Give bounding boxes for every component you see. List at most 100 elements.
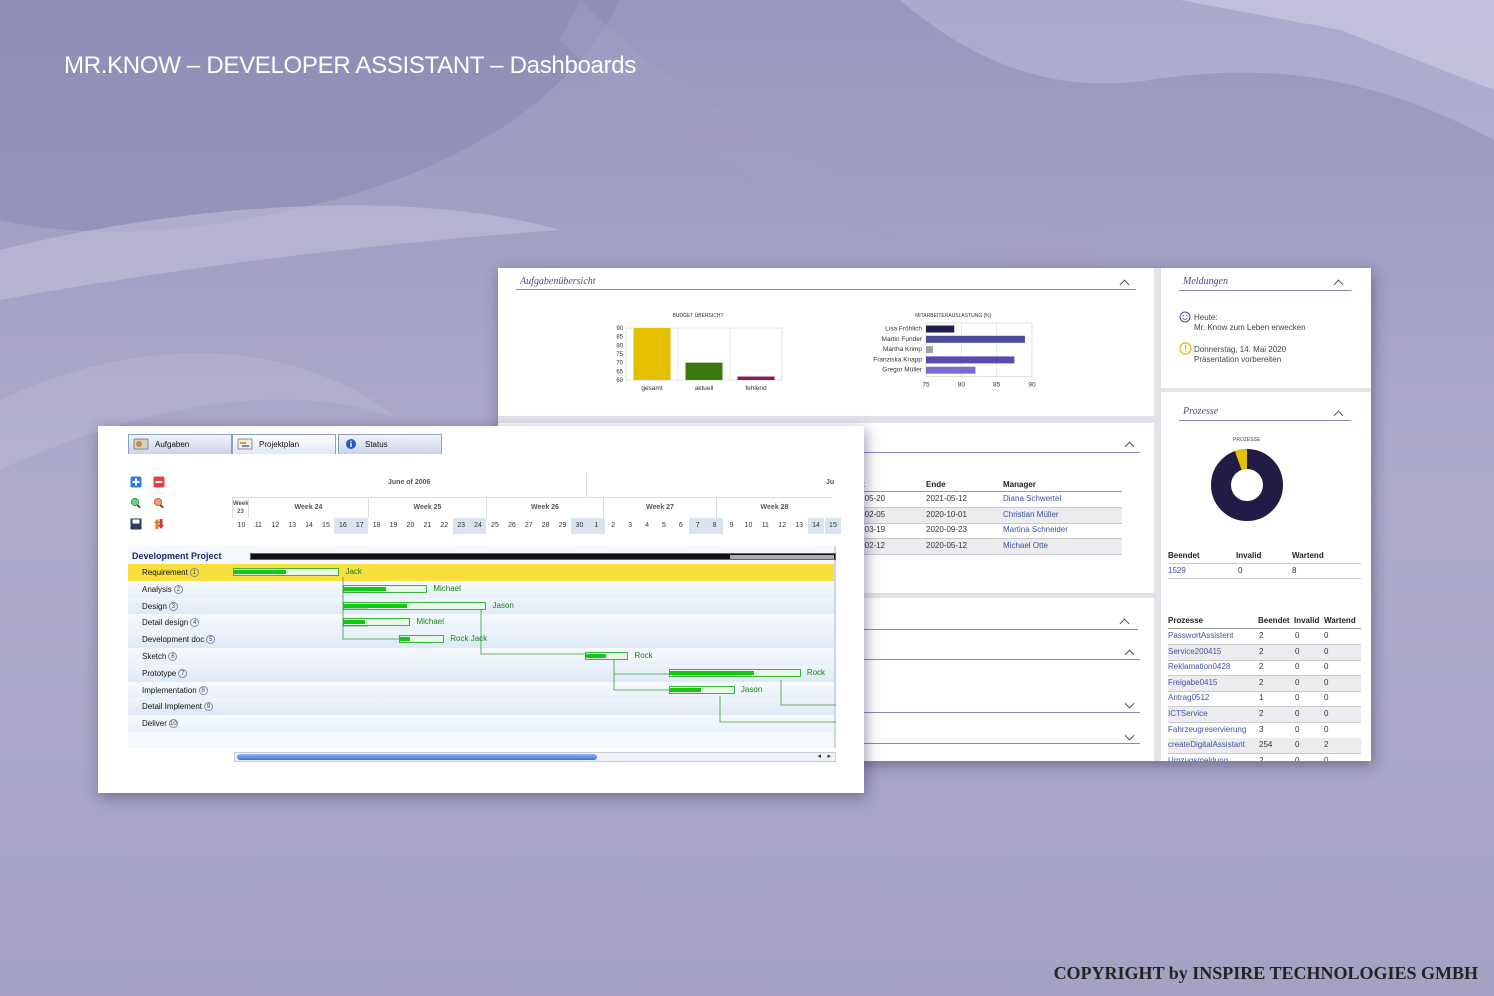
smiley-icon [1179, 311, 1191, 323]
warning-icon [1179, 342, 1192, 355]
budget-chart: BUDGET ÜBERSICHT 90 85 80 75 70 65 60 gesamt ak… [616, 312, 783, 392]
table-cell: 0 [1295, 631, 1300, 640]
budget-category-label: gesamt [641, 385, 663, 392]
budget-y-tick: 65 [616, 369, 623, 375]
collapse-icon[interactable] [1119, 618, 1130, 629]
budget-bar [685, 362, 723, 380]
row-line [1168, 753, 1361, 755]
auslastung-bar [926, 335, 1025, 343]
table-cell: 2020-05-12 [926, 540, 967, 550]
table-cell: Michael Otte [1003, 540, 1048, 550]
budget-y-tick: 90 [616, 326, 623, 332]
table-cell: 0 [1324, 631, 1329, 640]
dependency-line [613, 660, 670, 675]
dependency-line [342, 609, 368, 627]
table-cell: Fahrzeugreservierung [1168, 724, 1247, 734]
auslastung-chart-title: MITARBEITERAUSLASTUNG [%] [915, 313, 991, 319]
table-cell: 3 [1259, 724, 1264, 734]
budget-y-tick: 70 [616, 361, 623, 367]
prozesse-title: Prozesse [1183, 406, 1219, 417]
table-cell: -03-19 [862, 525, 886, 535]
auslastung-name-label: Martha Krimp [883, 346, 922, 353]
dependency-line [780, 680, 836, 706]
meldung-date: Heute: [1194, 313, 1218, 322]
meldungen-title: Meldungen [1183, 276, 1228, 287]
collapse-icon[interactable] [1333, 279, 1344, 290]
dependency-line [342, 626, 401, 640]
auslastung-bar [926, 346, 934, 354]
table-cell: 0 [1295, 755, 1300, 761]
row-line [1168, 690, 1361, 692]
table-cell: 0 [1295, 693, 1300, 703]
table-cell: 0 [1324, 755, 1329, 761]
table-cell: 2 [1259, 709, 1264, 718]
auslastung-bar [926, 366, 976, 374]
table-cell: Umzugsmeldung [1168, 755, 1229, 761]
budget-bar [737, 376, 775, 380]
slide-title: MR.KNOW – DEVELOPER ASSISTANT – Dashboar… [64, 52, 637, 79]
dependency-line [719, 696, 836, 723]
prozesse-panel: Prozesse PROZESSE Beendet Invalid Warten… [1161, 392, 1371, 761]
table-cell: 0 [1295, 662, 1300, 672]
scrollbar-thumb[interactable] [237, 754, 597, 760]
collapse-icon[interactable] [1333, 410, 1344, 421]
collapse-icon[interactable] [1124, 441, 1135, 452]
prozesse-table: Prozesse Beendet Invalid Wartend Passwor… [1168, 616, 1363, 761]
table-cell: Antrag0512 [1168, 693, 1210, 703]
budget-y-tick: 85 [616, 335, 623, 341]
row-line [856, 491, 1122, 492]
meldung-date: Donnerstag, 14. Mai 2020 [1194, 345, 1287, 354]
scroll-left-icon[interactable]: ◂ [817, 753, 821, 761]
table-row [856, 538, 1122, 554]
table-cell: 0 [1324, 677, 1329, 687]
table-cell: 2 [1259, 631, 1264, 640]
auslastung-name-label: Martin Funder [882, 336, 923, 343]
table-cell: 2020-10-01 [926, 509, 967, 519]
dependency-line [613, 674, 670, 691]
dependency-line [342, 592, 368, 610]
dependency-line [480, 609, 586, 655]
table-row [856, 507, 1122, 523]
table-cell: 0 [1295, 677, 1300, 687]
table-cell: 1 [1259, 693, 1264, 703]
table-cell: PasswortAssistent [1168, 631, 1234, 640]
row-line [856, 522, 1122, 524]
auslastung-chart: MITARBEITERAUSLASTUNG [%] Lisa Fröhlich M… [873, 313, 1036, 389]
table-cell: Diana Schwertel [1003, 494, 1062, 503]
table-cell: Service200415 [1168, 646, 1222, 656]
horizontal-scrollbar[interactable]: ◂ ▸ [234, 752, 836, 762]
row-line [1168, 628, 1361, 629]
row-line [1168, 722, 1361, 723]
budget-y-tick: 60 [616, 378, 623, 384]
table-cell: Christian Müller [1003, 509, 1059, 519]
expand-icon[interactable] [1124, 730, 1135, 741]
table-cell: Freigabe0415 [1168, 677, 1218, 687]
expand-icon[interactable] [1124, 698, 1135, 709]
table-cell: 2020-09-23 [926, 525, 967, 535]
collapse-icon[interactable] [1124, 649, 1135, 660]
meldung-text: Präsentation vorbereiten [1194, 355, 1282, 364]
table-cell: 2 [1259, 677, 1264, 687]
budget-y-tick: 75 [616, 352, 623, 358]
prozesse-summary: Beendet Invalid Wartend 1529 0 8 [1168, 551, 1363, 581]
table-cell: -02-12 [862, 540, 886, 550]
scroll-right-icon[interactable]: ▸ [827, 753, 831, 761]
table-cell: 0 [1324, 646, 1329, 656]
collapse-icon[interactable] [1119, 279, 1130, 290]
meldung-text: Mr. Know zum Leben erwecken [1194, 323, 1306, 332]
table-cell: Reklamation0428 [1168, 662, 1231, 672]
projects-table: t Ende Manager -05-202021-05-12Diana Sch… [856, 480, 1126, 570]
donut-title: PROZESSE [1233, 437, 1261, 443]
table-cell: 2 [1259, 662, 1264, 672]
table-cell: -05-20 [862, 494, 886, 503]
row-line [1168, 659, 1361, 661]
auslastung-bar [926, 356, 1015, 364]
aufgaben-title: Aufgabenübersicht [520, 276, 596, 287]
auslastung-bar [926, 325, 955, 333]
dependency-lines [342, 577, 836, 723]
table-cell: 2 [1259, 646, 1264, 656]
auslastung-x-tick: 85 [993, 382, 1001, 389]
table-cell: -02-05 [862, 509, 886, 519]
budget-bar [633, 328, 671, 380]
table-cell: 0 [1324, 662, 1329, 672]
